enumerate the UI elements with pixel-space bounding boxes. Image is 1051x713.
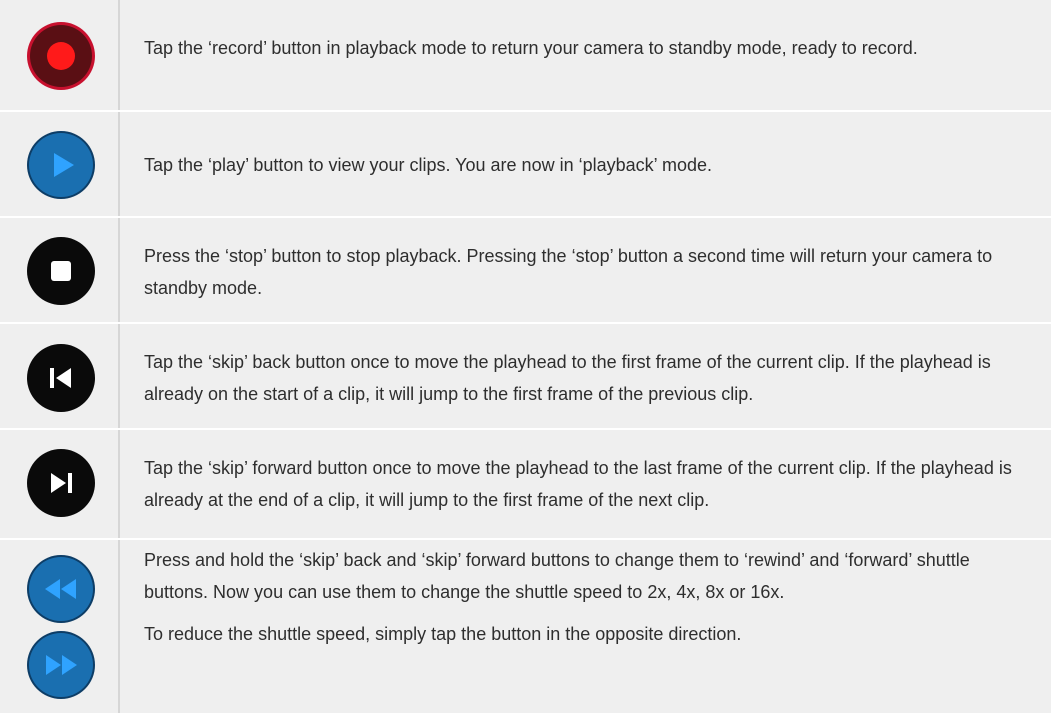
skip-back-button xyxy=(26,343,96,413)
table-row: Tap the ‘skip’ forward button once to mo… xyxy=(0,430,1051,540)
stop-button xyxy=(26,236,96,306)
description-text: Tap the ‘play’ button to view your clips… xyxy=(144,155,712,175)
skip-forward-button xyxy=(26,448,96,518)
play-button xyxy=(26,130,96,200)
row-description: Tap the ‘skip’ back button once to move … xyxy=(144,346,1037,410)
skip-back-icon xyxy=(27,344,95,412)
table-row: Tap the ‘record’ button in playback mode… xyxy=(0,0,1051,112)
table-row: Press the ‘stop’ button to stop playback… xyxy=(0,218,1051,324)
description-text: Press and hold the ‘skip’ back and ‘skip… xyxy=(144,550,970,602)
record-icon xyxy=(27,22,95,90)
description-text: Tap the ‘skip’ back button once to move … xyxy=(144,352,991,404)
description-text: Press the ‘stop’ button to stop playback… xyxy=(144,246,993,298)
table-row: Tap the ‘play’ button to view your clips… xyxy=(0,112,1051,218)
icon-cell xyxy=(0,0,120,110)
table-row: Tap the ‘skip’ back button once to move … xyxy=(0,324,1051,430)
description-text: Tap the ‘skip’ forward button once to mo… xyxy=(144,458,1012,510)
fast-forward-button xyxy=(26,630,96,700)
icon-cell xyxy=(0,430,120,538)
rewind-icon xyxy=(27,555,95,623)
stop-icon xyxy=(27,237,95,305)
row-description: Press and hold the ‘skip’ back and ‘skip… xyxy=(144,544,1037,650)
table-row: Press and hold the ‘skip’ back and ‘skip… xyxy=(0,540,1051,713)
play-icon xyxy=(27,131,95,199)
row-description: Tap the ‘record’ button in playback mode… xyxy=(144,32,1037,64)
row-description: Tap the ‘play’ button to view your clips… xyxy=(144,149,1037,181)
icon-cell xyxy=(0,112,120,216)
description-text: Tap the ‘record’ button in playback mode… xyxy=(144,38,918,58)
row-description: Press the ‘stop’ button to stop playback… xyxy=(144,240,1037,304)
icon-cell xyxy=(0,540,120,713)
rewind-button xyxy=(26,554,96,624)
row-description: Tap the ‘skip’ forward button once to mo… xyxy=(144,452,1037,516)
fast-forward-icon xyxy=(27,631,95,699)
icon-cell xyxy=(0,324,120,428)
skip-forward-icon xyxy=(27,449,95,517)
description-text: To reduce the shuttle speed, simply tap … xyxy=(144,624,742,644)
icon-cell xyxy=(0,218,120,322)
record-button xyxy=(26,21,96,91)
